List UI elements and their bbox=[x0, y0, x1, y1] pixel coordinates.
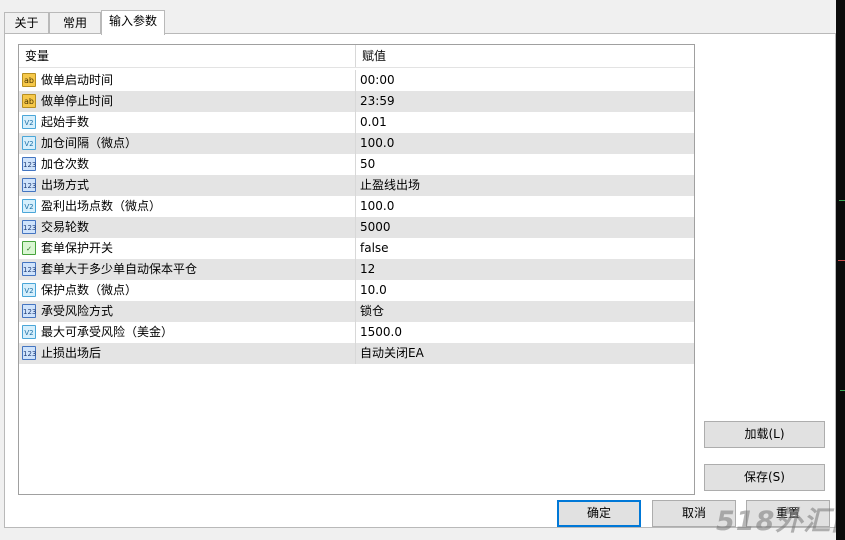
site-watermark: 518外汇网 bbox=[710, 497, 845, 540]
double-type-icon: V2 bbox=[22, 199, 36, 213]
parameter-value[interactable]: 10.0 bbox=[356, 280, 694, 301]
parameter-name-cell: 123 套单大于多少单自动保本平仓 bbox=[19, 259, 356, 280]
parameter-row[interactable]: 123 加仓次数 50 bbox=[19, 154, 694, 175]
parameter-value[interactable]: 100.0 bbox=[356, 196, 694, 217]
double-type-icon: V2 bbox=[22, 325, 36, 339]
parameter-name: 盈利出场点数（微点） bbox=[41, 199, 162, 213]
tab-about-label: 关于 bbox=[14, 16, 39, 30]
integer-type-icon: 123 bbox=[22, 220, 36, 234]
integer-type-icon: 123 bbox=[22, 304, 36, 318]
parameter-row[interactable]: V2 起始手数 0.01 bbox=[19, 112, 694, 133]
parameter-name: 套单大于多少单自动保本平仓 bbox=[41, 262, 198, 276]
parameter-name: 加仓间隔（微点） bbox=[41, 136, 138, 150]
string-type-icon: ab bbox=[22, 73, 36, 87]
parameter-rows: ab 做单启动时间 00:00 ab 做单停止时间 23:59 V2 起始手数 0.01 V2 加仓… bbox=[19, 70, 694, 364]
parameter-value[interactable]: 1500.0 bbox=[356, 322, 694, 343]
parameter-name: 做单启动时间 bbox=[41, 73, 114, 87]
parameter-name: 保护点数（微点） bbox=[41, 283, 138, 297]
parameter-value[interactable]: 12 bbox=[356, 259, 694, 280]
integer-type-icon: 123 bbox=[22, 346, 36, 360]
double-type-icon: V2 bbox=[22, 136, 36, 150]
parameter-value[interactable]: 100.0 bbox=[356, 133, 694, 154]
parameter-name-cell: V2 盈利出场点数（微点） bbox=[19, 196, 356, 217]
parameter-name-cell: V2 加仓间隔（微点） bbox=[19, 133, 356, 154]
tab-inputs-label: 输入参数 bbox=[108, 14, 157, 28]
parameter-name-cell: ab 做单启动时间 bbox=[19, 70, 356, 91]
tab-common[interactable]: 常用 bbox=[49, 12, 101, 33]
save-button[interactable]: 保存(S) bbox=[704, 464, 825, 491]
parameter-name: 出场方式 bbox=[41, 178, 90, 192]
input-parameters-grid[interactable]: 变量 赋值 ab 做单启动时间 00:00 ab 做单停止时间 23:59 V2 起始手数 0.… bbox=[18, 44, 695, 495]
parameter-name-cell: 123 止损出场后 bbox=[19, 343, 356, 364]
parameter-row[interactable]: V2 保护点数（微点） 10.0 bbox=[19, 280, 694, 301]
integer-type-icon: 123 bbox=[22, 262, 36, 276]
parameter-name: 最大可承受风险（美金） bbox=[41, 325, 174, 339]
parameter-row[interactable]: 123 出场方式 止盈线出场 bbox=[19, 175, 694, 196]
parameter-value[interactable]: false bbox=[356, 238, 694, 259]
string-type-icon: ab bbox=[22, 94, 36, 108]
integer-type-icon: 123 bbox=[22, 157, 36, 171]
parameter-value[interactable]: 0.01 bbox=[356, 112, 694, 133]
parameter-value[interactable]: 止盈线出场 bbox=[356, 175, 694, 196]
parameter-name-cell: ab 做单停止时间 bbox=[19, 91, 356, 112]
parameter-name: 做单停止时间 bbox=[41, 94, 114, 108]
parameter-name-cell: V2 起始手数 bbox=[19, 112, 356, 133]
parameter-row[interactable]: 123 交易轮数 5000 bbox=[19, 217, 694, 238]
parameter-name-cell: 123 加仓次数 bbox=[19, 154, 356, 175]
parameter-row[interactable]: 123 止损出场后 自动关闭EA bbox=[19, 343, 694, 364]
parameter-name: 加仓次数 bbox=[41, 157, 90, 171]
parameter-name-cell: 123 出场方式 bbox=[19, 175, 356, 196]
parameter-row[interactable]: ab 做单停止时间 23:59 bbox=[19, 91, 694, 112]
parameter-value[interactable]: 锁仓 bbox=[356, 301, 694, 322]
parameter-value[interactable]: 23:59 bbox=[356, 91, 694, 112]
chart-line bbox=[839, 200, 845, 201]
parameter-row[interactable]: 123 套单大于多少单自动保本平仓 12 bbox=[19, 259, 694, 280]
parameter-row[interactable]: V2 最大可承受风险（美金） 1500.0 bbox=[19, 322, 694, 343]
tab-inputs[interactable]: 输入参数 bbox=[101, 10, 165, 35]
parameter-name: 止损出场后 bbox=[41, 346, 102, 360]
grid-header: 变量 赋值 bbox=[19, 45, 694, 68]
parameter-name-cell: V2 保护点数（微点） bbox=[19, 280, 356, 301]
parameter-name: 承受风险方式 bbox=[41, 304, 114, 318]
watermark-text: 518外汇网 bbox=[716, 506, 845, 537]
parameter-value[interactable]: 00:00 bbox=[356, 70, 694, 91]
ok-button[interactable]: 确定 bbox=[557, 500, 641, 527]
parameter-name: 交易轮数 bbox=[41, 220, 90, 234]
parameter-value[interactable]: 50 bbox=[356, 154, 694, 175]
double-type-icon: V2 bbox=[22, 283, 36, 297]
parameter-name: 套单保护开关 bbox=[41, 241, 114, 255]
column-header-value[interactable]: 赋值 bbox=[356, 45, 694, 67]
parameter-row[interactable]: ✓ 套单保护开关 false bbox=[19, 238, 694, 259]
parameter-name-cell: 123 交易轮数 bbox=[19, 217, 356, 238]
load-button[interactable]: 加载(L) bbox=[704, 421, 825, 448]
chart-line bbox=[840, 390, 845, 391]
parameter-row[interactable]: 123 承受风险方式 锁仓 bbox=[19, 301, 694, 322]
tab-about[interactable]: 关于 bbox=[4, 12, 49, 33]
parameter-name-cell: 123 承受风险方式 bbox=[19, 301, 356, 322]
parameter-name-cell: ✓ 套单保护开关 bbox=[19, 238, 356, 259]
chart-line bbox=[838, 260, 845, 261]
parameter-value[interactable]: 自动关闭EA bbox=[356, 343, 694, 364]
bool-type-icon: ✓ bbox=[22, 241, 36, 255]
parameter-row[interactable]: ab 做单启动时间 00:00 bbox=[19, 70, 694, 91]
parameter-row[interactable]: V2 盈利出场点数（微点） 100.0 bbox=[19, 196, 694, 217]
column-header-variable[interactable]: 变量 bbox=[19, 45, 356, 67]
double-type-icon: V2 bbox=[22, 115, 36, 129]
background-chart-edge bbox=[836, 0, 845, 540]
parameter-name-cell: V2 最大可承受风险（美金） bbox=[19, 322, 356, 343]
tab-common-label: 常用 bbox=[62, 16, 87, 30]
integer-type-icon: 123 bbox=[22, 178, 36, 192]
parameter-row[interactable]: V2 加仓间隔（微点） 100.0 bbox=[19, 133, 694, 154]
parameter-name: 起始手数 bbox=[41, 115, 90, 129]
parameter-value[interactable]: 5000 bbox=[356, 217, 694, 238]
